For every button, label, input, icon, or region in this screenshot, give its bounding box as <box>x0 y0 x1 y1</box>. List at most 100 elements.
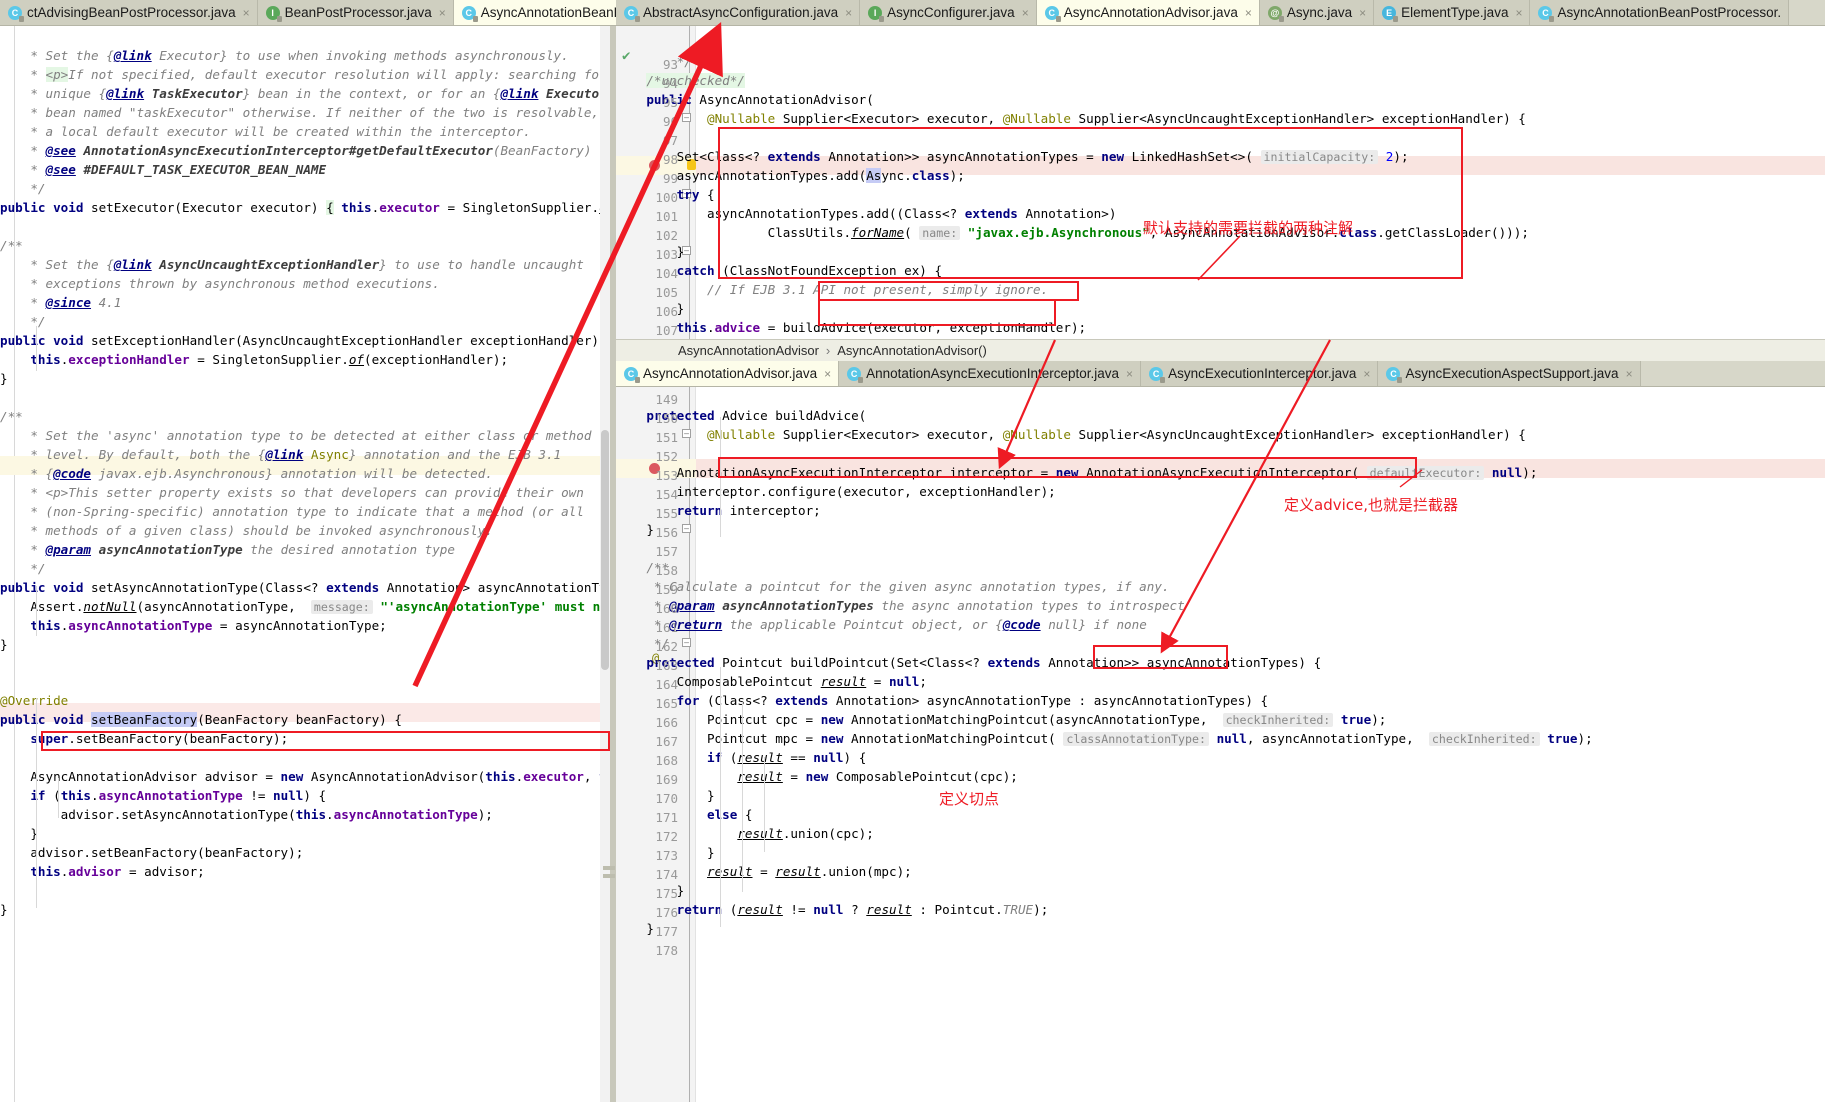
code-line[interactable]: * {@code javax.ejb.Asynchronous} annotat… <box>0 464 493 483</box>
splitter-grip[interactable] <box>603 866 615 870</box>
code-line[interactable]: Pointcut mpc = new AnnotationMatchingPoi… <box>616 729 1593 749</box>
code-line[interactable]: } <box>0 369 8 388</box>
code-line[interactable]: */ <box>616 52 692 71</box>
code-line[interactable]: } <box>616 919 654 938</box>
close-icon[interactable]: × <box>1359 6 1366 20</box>
code-line[interactable]: * <p>If not specified, default executor … <box>0 65 607 84</box>
code-line[interactable]: asyncAnnotationTypes.add((Class<? extend… <box>616 204 1116 223</box>
code-line[interactable]: Assert.notNull(asyncAnnotationType, mess… <box>0 597 607 617</box>
code-line[interactable]: * exceptions thrown by asynchronous meth… <box>0 274 440 293</box>
code-line[interactable]: advisor.setBeanFactory(beanFactory); <box>0 843 303 862</box>
top-tabbar-left[interactable]: CctAdvisingBeanPostProcessor.java×IBeanP… <box>0 0 616 26</box>
code-line[interactable]: advisor.setAsyncAnnotationType(this.asyn… <box>0 805 493 824</box>
tab-asyncexecutioninterceptor-java[interactable]: CAsyncExecutionInterceptor.java× <box>1141 361 1378 386</box>
code-line[interactable]: if (this.asyncAnnotationType != null) { <box>0 786 326 805</box>
left-editor-scroll-thumb[interactable] <box>601 430 609 670</box>
breadcrumb-item-class[interactable]: AsyncAnnotationAdvisor <box>678 343 819 358</box>
code-line[interactable]: * level. By default, both the {@link Asy… <box>0 445 561 464</box>
close-icon[interactable]: × <box>1363 367 1370 381</box>
code-line[interactable]: * Set the {@link AsyncUncaughtExceptionH… <box>0 255 584 274</box>
code-line[interactable]: this.advice = buildAdvice(executor, exce… <box>616 318 1086 337</box>
right-editor-top-pane[interactable]: ✔ – – – */ /*unchecked*/ public AsyncAnn… <box>616 26 1825 339</box>
code-line[interactable]: ClassUtils.forName( name: "javax.ejb.Asy… <box>616 223 1529 243</box>
close-icon[interactable]: × <box>1022 6 1029 20</box>
tab-asyncannotationadvisor-java[interactable]: CAsyncAnnotationAdvisor.java× <box>616 361 839 386</box>
code-line[interactable]: */ <box>0 179 46 198</box>
code-line[interactable]: public AsyncAnnotationAdvisor( <box>616 90 874 109</box>
code-line[interactable]: /*unchecked*/ <box>616 71 745 90</box>
code-line[interactable]: super.setBeanFactory(beanFactory); <box>0 729 288 748</box>
code-line[interactable]: * Set the 'async' annotation type to be … <box>0 426 591 445</box>
code-line[interactable]: * Set the {@link Executor} to use when i… <box>0 46 569 65</box>
tab-elementtype-java[interactable]: EElementType.java× <box>1374 0 1530 25</box>
code-line[interactable]: * Calculate a pointcut for the given asy… <box>616 577 1170 596</box>
right-bottom-code-content[interactable]: protected Advice buildAdvice( @Nullable … <box>616 387 1825 1102</box>
close-icon[interactable]: × <box>243 6 250 20</box>
tab-asyncannotationbeanpostprocessor-[interactable]: CAsyncAnnotationBeanPostProcessor. <box>1530 0 1789 25</box>
code-line[interactable]: else { <box>616 805 753 824</box>
code-line[interactable]: * unique {@link TaskExecutor} bean in th… <box>0 84 607 103</box>
left-code-content[interactable]: * Set the {@link Executor} to use when i… <box>0 26 607 1102</box>
code-line[interactable]: } <box>0 635 8 654</box>
tab-annotationasyncexecutioninterceptor-java[interactable]: CAnnotationAsyncExecutionInterceptor.jav… <box>839 361 1141 386</box>
code-line[interactable]: /** <box>0 236 23 255</box>
code-line[interactable]: * bean named "taskExecutor" otherwise. I… <box>0 103 599 122</box>
code-line[interactable]: public void setAsyncAnnotationType(Class… <box>0 578 607 597</box>
code-line[interactable]: public void setExecutor(Executor executo… <box>0 198 607 217</box>
right-top-code-content[interactable]: */ /*unchecked*/ public AsyncAnnotationA… <box>616 26 1825 339</box>
code-line[interactable]: * @param asyncAnnotationTypes the async … <box>616 596 1185 615</box>
close-icon[interactable]: × <box>824 367 831 381</box>
code-line[interactable]: protected Pointcut buildPointcut(Set<Cla… <box>616 653 1321 672</box>
code-line[interactable]: @Override <box>0 691 68 710</box>
close-icon[interactable]: × <box>1515 6 1522 20</box>
code-line[interactable]: */ <box>0 559 46 578</box>
left-editor-pane[interactable]: * Set the {@link Executor} to use when i… <box>0 26 607 1102</box>
code-line[interactable]: protected Advice buildAdvice( <box>616 406 866 425</box>
tab-asyncexecutionaspectsupport-java[interactable]: CAsyncExecutionAspectSupport.java× <box>1378 361 1640 386</box>
code-line[interactable]: * methods of a given class) should be in… <box>0 521 493 540</box>
code-line[interactable]: /** <box>0 407 23 426</box>
code-line[interactable]: * @param asyncAnnotationType the desired… <box>0 540 455 559</box>
bottom-tabbar[interactable]: CAsyncAnnotationAdvisor.java×CAnnotation… <box>616 361 1825 387</box>
tab-ctadvisingbeanpostprocessor-java[interactable]: CctAdvisingBeanPostProcessor.java× <box>0 0 258 25</box>
code-line[interactable]: this.advisor = advisor; <box>0 862 205 881</box>
code-line[interactable]: // If EJB 3.1 API not present, simply ig… <box>616 280 1048 299</box>
code-line[interactable]: * @return the applicable Pointcut object… <box>616 615 1147 634</box>
code-line[interactable]: @Nullable Supplier<Executor> executor, @… <box>616 425 1526 444</box>
tab-beanpostprocessor-java[interactable]: IBeanPostProcessor.java× <box>258 0 454 25</box>
code-line[interactable]: Pointcut cpc = new AnnotationMatchingPoi… <box>616 710 1386 730</box>
tab-asyncannotationadvisor-java[interactable]: CAsyncAnnotationAdvisor.java× <box>1037 0 1260 25</box>
code-line[interactable]: for (Class<? extends Annotation> asyncAn… <box>616 691 1268 710</box>
code-line[interactable]: * @since 4.1 <box>0 293 121 312</box>
code-line[interactable]: */ <box>0 312 46 331</box>
close-icon[interactable]: × <box>1626 367 1633 381</box>
code-line[interactable]: AnnotationAsyncExecutionInterceptor inte… <box>616 463 1537 483</box>
code-line[interactable]: AsyncAnnotationAdvisor advisor = new Asy… <box>0 767 607 786</box>
tab-asyncannotationbeanpostprocessor-java[interactable]: CAsyncAnnotationBeanPostProcessor.java× <box>454 0 616 25</box>
code-line[interactable]: * <p>This setter property exists so that… <box>0 483 584 502</box>
close-icon[interactable]: × <box>845 6 852 20</box>
close-icon[interactable]: × <box>1126 367 1133 381</box>
code-line[interactable]: @Nullable Supplier<Executor> executor, @… <box>616 109 1526 128</box>
splitter-grip-2[interactable] <box>603 874 615 878</box>
code-line[interactable]: this.exceptionHandler = SingletonSupplie… <box>0 350 508 369</box>
code-line[interactable]: return interceptor; <box>616 501 821 520</box>
code-line[interactable]: this.asyncAnnotationType = asyncAnnotati… <box>0 616 387 635</box>
tab-asyncconfigurer-java[interactable]: IAsyncConfigurer.java× <box>860 0 1037 25</box>
code-line[interactable]: * a local default executor will be creat… <box>0 122 531 141</box>
code-line[interactable]: Set<Class<? extends Annotation>> asyncAn… <box>616 147 1409 167</box>
code-line[interactable]: * @see #DEFAULT_TASK_EXECUTOR_BEAN_NAME <box>0 160 326 179</box>
code-line[interactable]: * (non-Spring-specific) annotation type … <box>0 502 584 521</box>
code-line[interactable]: * @see AnnotationAsyncExecutionIntercept… <box>0 141 591 160</box>
code-line[interactable]: public void setExceptionHandler(AsyncUnc… <box>0 331 607 350</box>
code-line[interactable]: return (result != null ? result : Pointc… <box>616 900 1048 919</box>
tab-async-java[interactable]: @Async.java× <box>1260 0 1374 25</box>
code-line[interactable]: } <box>616 520 654 539</box>
code-line[interactable]: } <box>0 900 8 919</box>
tab-abstractasyncconfiguration-java[interactable]: CAbstractAsyncConfiguration.java× <box>616 0 860 25</box>
close-icon[interactable]: × <box>439 6 446 20</box>
top-tabbar-right[interactable]: CAbstractAsyncConfiguration.java×IAsyncC… <box>616 0 1825 26</box>
breadcrumb[interactable]: AsyncAnnotationAdvisor › AsyncAnnotation… <box>616 339 1825 361</box>
code-line[interactable]: interceptor.configure(executor, exceptio… <box>616 482 1056 501</box>
breadcrumb-item-method[interactable]: AsyncAnnotationAdvisor() <box>837 343 987 358</box>
